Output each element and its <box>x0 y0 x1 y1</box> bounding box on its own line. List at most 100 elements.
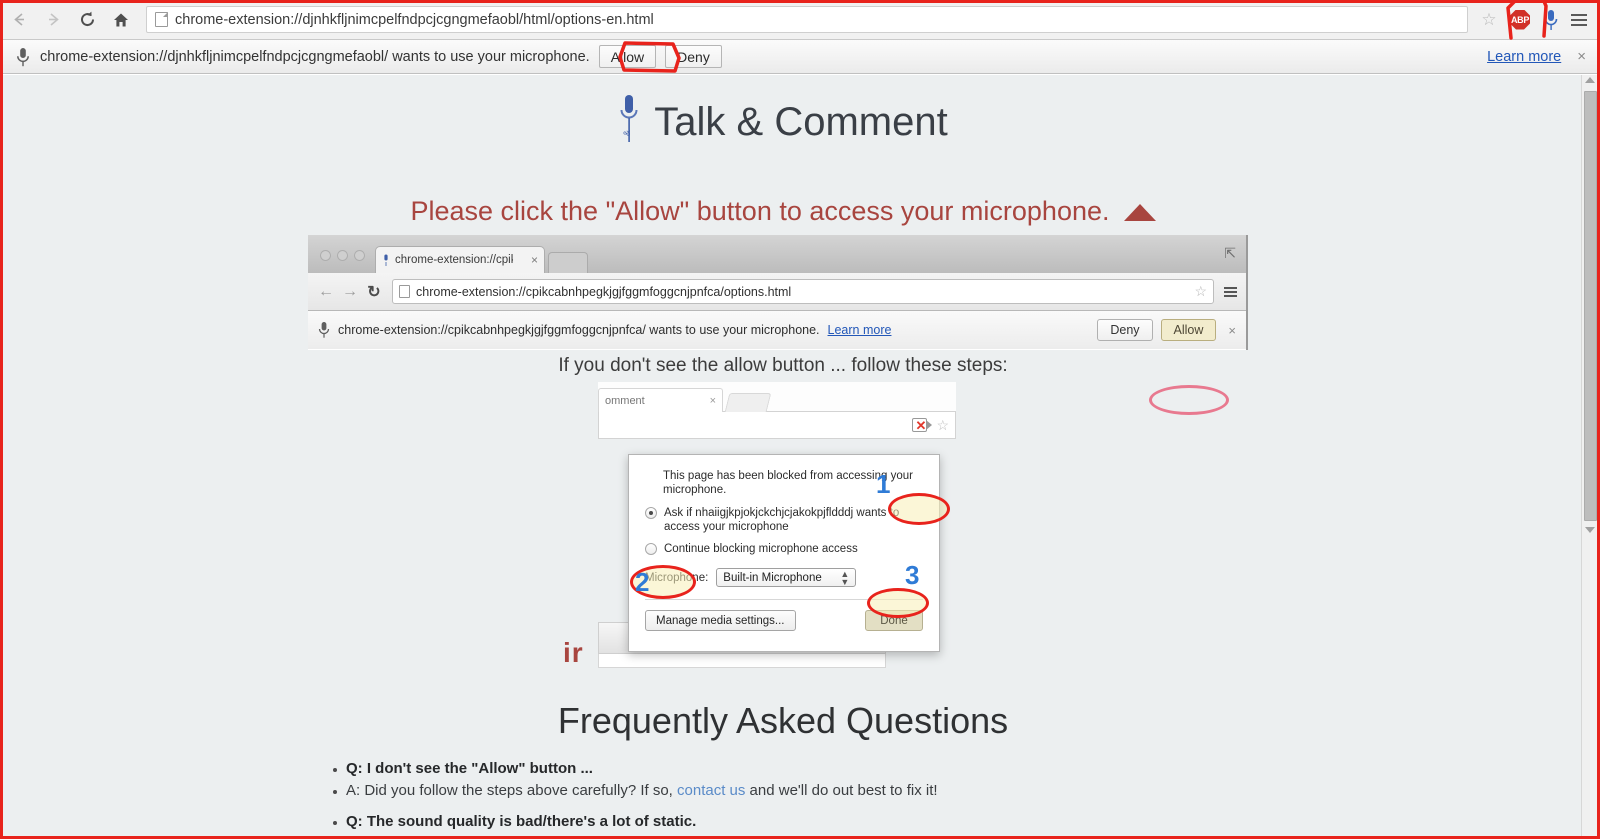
faq-title: Frequently Asked Questions <box>557 700 1009 741</box>
faq-answer-text: A: This happens if you have a lot of Tab… <box>346 835 1169 836</box>
microphone-permission-infobar: chrome-extension://djnhkfljnimcpelfndpcj… <box>0 40 1600 74</box>
learn-more-link[interactable]: Learn more <box>1487 49 1561 65</box>
blocked-camera-icon: ✕ <box>912 418 933 432</box>
caret-up-icon <box>1123 204 1156 221</box>
popup-divider <box>645 599 923 600</box>
screenshot-address-bar-row: ← → ↻ chrome-extension://cpikcabnhpegkjg… <box>308 273 1246 311</box>
adblock-plus-icon[interactable]: ABP <box>1510 9 1530 30</box>
faq-question-text: Q: The sound quality is bad/there's a lo… <box>346 813 697 830</box>
screenshot-steps-new-tab <box>724 393 772 412</box>
faq-question-text: Q: I don't see the "Allow" button ... <box>346 760 593 777</box>
deny-button[interactable]: Deny <box>665 45 722 68</box>
popup-microphone-label: Microphone: <box>645 571 709 584</box>
svg-text:&: & <box>622 130 632 136</box>
obscured-background-text: ir <box>563 637 584 668</box>
screenshot-address-bar: chrome-extension://cpikcabnhpegkjgjfggmf… <box>392 279 1214 304</box>
popup-option-ask-label: Ask if nhaiigjkpjokjckchjcjakokpjfldddj … <box>664 507 900 533</box>
screenshot-steps-example: omment × ✕ ☆ This page has been blocked … <box>598 382 956 668</box>
screenshot-close-icon: × <box>1228 322 1236 338</box>
address-bar[interactable]: chrome-extension://djnhkfljnimcpelfndpcj… <box>146 6 1468 33</box>
allow-notice: Please click the "Allow" button to acces… <box>3 196 1563 227</box>
popup-microphone-select: Built-in Microphone ▲ ▼ <box>716 568 857 587</box>
allow-notice-text: Please click the "Allow" button to acces… <box>410 196 1110 226</box>
faq-question: Q: The sound quality is bad/there's a lo… <box>333 813 1433 830</box>
screenshot-forward-icon: → <box>342 282 358 300</box>
select-arrows-icon: ▲ ▼ <box>840 568 850 587</box>
popup-option-ask-row: Ask if nhaiigjkpjokjckchjcjakokpjfldddj … <box>645 506 923 534</box>
faq-answer: A: Did you follow the steps above carefu… <box>333 782 1433 799</box>
screenshot-star-icon: ☆ <box>1194 283 1207 299</box>
talk-and-comment-extension-icon[interactable] <box>1538 9 1564 31</box>
bullet-icon <box>333 790 337 794</box>
browser-window: chrome-extension://djnhkfljnimcpelfndpcj… <box>0 0 1600 839</box>
faq-list: Q: I don't see the "Allow" button ... A:… <box>333 760 1433 836</box>
chrome-menu-button[interactable] <box>1564 13 1594 26</box>
screenshot-expand-icon: ⇱ <box>1224 245 1236 261</box>
home-button[interactable] <box>106 5 136 35</box>
popup-done-button: Done <box>865 610 923 631</box>
screenshot-steps-star-icon: ☆ <box>936 416 949 433</box>
browser-toolbar: chrome-extension://djnhkfljnimcpelfndpcj… <box>0 0 1600 40</box>
faq-answer-pre: A: Did you follow the steps above carefu… <box>346 782 678 799</box>
bookmark-star-icon[interactable]: ☆ <box>1476 10 1502 30</box>
faq-question: Q: I don't see the "Allow" button ... <box>333 760 1433 777</box>
annotation-ellipse-allow <box>1149 385 1229 415</box>
infobar-microphone-icon <box>10 47 36 67</box>
faq-answer-post: and we'll do out best to fix it! <box>745 782 938 799</box>
faq-answer-text: A: Did you follow the steps above carefu… <box>346 782 938 799</box>
radio-ask-icon <box>645 507 657 519</box>
popup-option-block-row: Continue blocking microphone access <box>645 542 923 556</box>
allow-button[interactable]: Allow <box>598 45 657 68</box>
screenshot-back-icon: ← <box>318 282 334 300</box>
radio-block-icon <box>645 543 657 555</box>
screenshot-learn-more-link: Learn more <box>827 323 892 337</box>
screenshot-tab-close-icon: × <box>530 253 538 267</box>
page-title: Talk & Comment <box>654 100 948 144</box>
screenshot-tabstrip: chrome-extension://cpikc × ⇱ <box>308 235 1246 273</box>
popup-footer: Manage media settings... Done <box>645 610 923 631</box>
scrollbar-thumb[interactable] <box>1584 91 1597 521</box>
screenshot-page-icon <box>399 285 410 298</box>
screenshot-permission-message: chrome-extension://cpikcabnhpegkjgjfggmf… <box>338 323 820 337</box>
manage-media-settings-button: Manage media settings... <box>645 610 796 631</box>
screenshot-reload-icon: ↻ <box>367 283 381 301</box>
screenshot-deny-button: Deny <box>1097 319 1153 341</box>
screenshot-steps-address-bar: ✕ ☆ <box>598 411 956 439</box>
screenshot-steps-tab-label: omment <box>605 394 645 407</box>
screenshot-steps-footer2 <box>598 654 886 668</box>
screenshot-permission-bar: chrome-extension://cpikcabnhpegkjgjfggmf… <box>308 311 1246 349</box>
site-header: & Talk & Comment <box>3 75 1563 152</box>
popup-option-block-label: Continue blocking microphone access <box>664 543 858 555</box>
vertical-scrollbar[interactable] <box>1581 75 1597 836</box>
screenshot-steps-tabstrip: omment × <box>598 382 956 412</box>
screenshot-allow-example: chrome-extension://cpikc × ⇱ ← → ↻ chrom… <box>308 235 1248 350</box>
scroll-up-arrow-icon[interactable] <box>1585 77 1595 83</box>
address-bar-url: chrome-extension://djnhkfljnimcpelfndpcj… <box>175 11 654 28</box>
scroll-down-arrow-icon[interactable] <box>1585 527 1595 533</box>
screenshot-tab-label: chrome-extension://cpikc <box>395 254 513 266</box>
back-button[interactable] <box>4 5 34 35</box>
bullet-icon <box>333 821 337 825</box>
header-microphone-icon: & <box>618 93 640 152</box>
bullet-icon <box>333 768 337 772</box>
forward-button[interactable] <box>38 5 68 35</box>
page-info-icon <box>155 12 168 27</box>
steps-subtitle: If you don't see the allow button ... fo… <box>558 355 1008 376</box>
reload-button[interactable] <box>72 5 102 35</box>
permission-message: chrome-extension://djnhkfljnimcpelfndpcj… <box>40 48 590 65</box>
screenshot-menu-icon <box>1222 286 1238 297</box>
popup-microphone-row: Microphone: Built-in Microphone ▲ ▼ <box>645 568 923 587</box>
screenshot-url: chrome-extension://cpikcabnhpegkjgjfggmf… <box>416 284 792 299</box>
infobar-close-button[interactable]: × <box>1577 48 1586 65</box>
screenshot-tab: chrome-extension://cpikc × <box>375 246 545 273</box>
window-traffic-lights <box>320 250 365 273</box>
screenshot-allow-button: Allow <box>1160 319 1217 341</box>
extension-options-page: & Talk & Comment Please click the "Allow… <box>3 75 1597 836</box>
popup-heading: This page has been blocked from accessin… <box>663 470 913 496</box>
screenshot-new-tab-button <box>548 252 588 273</box>
popup-microphone-value: Built-in Microphone <box>723 571 822 584</box>
microphone-blocked-popup: This page has been blocked from accessin… <box>628 454 940 652</box>
faq-answer: A: This happens if you have a lot of Tab… <box>333 835 1433 836</box>
screenshot-steps-tab: omment × <box>598 388 723 412</box>
contact-us-link[interactable]: contact us <box>677 782 745 799</box>
